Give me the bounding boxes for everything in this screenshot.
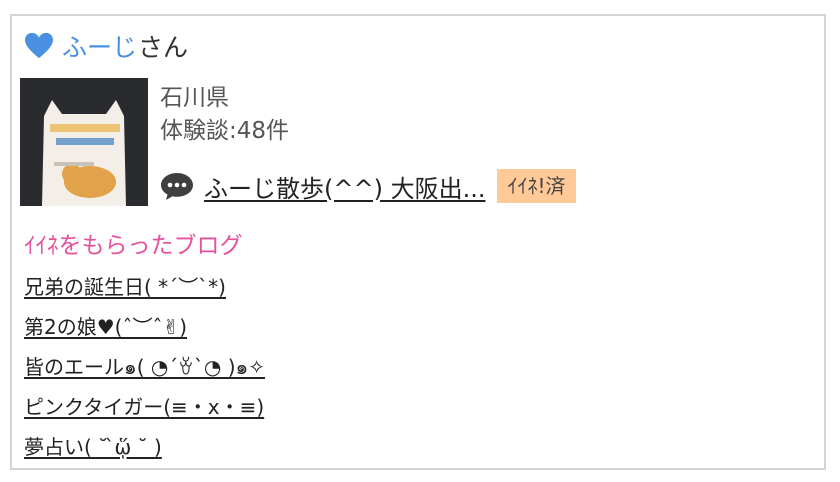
heart-icon[interactable] (24, 32, 54, 60)
list-item: 夢占い( ˘ ̀ᾥ ˘ ) (24, 430, 265, 470)
blog-link[interactable]: 第2の娘♥(ˆ︶ˆ✌) (24, 315, 187, 339)
user-name-link[interactable]: ふーじ (62, 28, 137, 64)
blog-list: 兄弟の誕生日( *´︶`*) 第2の娘♥(ˆ︶ˆ✌) 皆のエール๑( ◔´ꈊ`◔… (24, 270, 265, 470)
blog-link[interactable]: 兄弟の誕生日( *´︶`*) (24, 275, 226, 299)
user-header: ふーじ さん (24, 30, 188, 62)
blog-link[interactable]: 皆のエール๑( ◔´ꈊ`◔ )๑✧ (24, 355, 265, 379)
list-item: 第2の娘♥(ˆ︶ˆ✌) (24, 310, 265, 350)
user-card: ふーじ さん 石川県 体験談:48件 ふーじ散歩(^^) 大阪出... ｲｲﾈ!… (10, 14, 826, 470)
chat-bubble-icon (161, 173, 193, 200)
latest-post-link[interactable]: ふーじ散歩(^^) 大阪出... (204, 169, 485, 204)
profile-info: 石川県 体験談:48件 (160, 82, 289, 147)
list-item: 皆のエール๑( ◔´ꈊ`◔ )๑✧ (24, 350, 265, 390)
experience-count-label: 体験談:48件 (160, 118, 290, 144)
iine-status-badge: ｲｲﾈ!済 (497, 169, 576, 203)
blog-link[interactable]: ピンクタイガー(≡・x・≡) (24, 395, 264, 419)
avatar[interactable] (20, 78, 148, 206)
prefecture-label: 石川県 (160, 85, 229, 111)
blog-link[interactable]: 夢占い( ˘ ̀ᾥ ˘ ) (24, 435, 162, 459)
list-item: ピンクタイガー(≡・x・≡) (24, 390, 265, 430)
section-title: ｲｲﾈをもらったブログ (24, 233, 243, 259)
latest-post-row: ふーじ散歩(^^) 大阪出... ｲｲﾈ!済 (160, 166, 576, 206)
list-item: 兄弟の誕生日( *´︶`*) (24, 270, 265, 310)
user-name-suffix: さん (138, 33, 189, 62)
